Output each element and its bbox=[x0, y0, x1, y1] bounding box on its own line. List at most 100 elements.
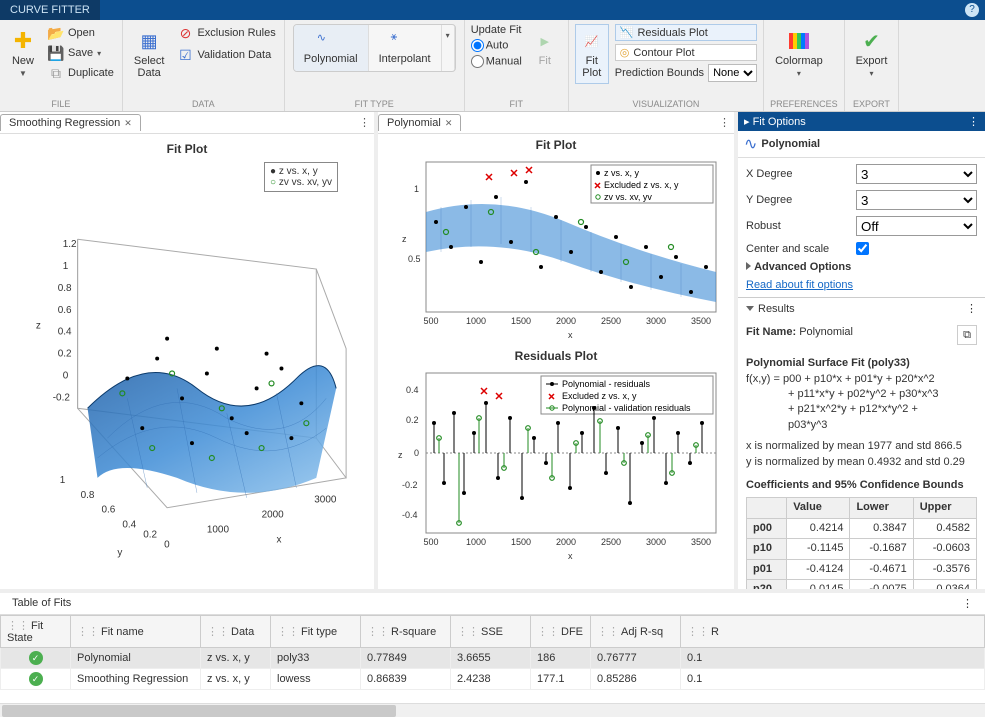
svg-text:0: 0 bbox=[414, 448, 419, 458]
open-button[interactable]: 📂 Open bbox=[46, 24, 116, 42]
y-degree-select[interactable]: 3 bbox=[856, 190, 977, 210]
robust-select[interactable]: Off bbox=[856, 216, 977, 236]
results-header[interactable]: Results ⋮ bbox=[738, 297, 985, 319]
export-button[interactable]: ✔ Export ▾ bbox=[851, 24, 893, 83]
chevron-down-icon: ▼ bbox=[19, 69, 27, 78]
validation-icon: ☑ bbox=[177, 47, 193, 63]
svg-text:-0.2: -0.2 bbox=[402, 480, 418, 490]
help-icon[interactable]: ? bbox=[965, 3, 979, 17]
fit-plot-3d[interactable]: 1.2 1 0.8 0.6 0.4 0.2 0 -0.2 1 0.8 0.6 0… bbox=[8, 156, 366, 581]
svg-text:1: 1 bbox=[60, 475, 66, 486]
section-fit: Update Fit Auto Manual ▶ Fit FIT bbox=[465, 20, 569, 111]
fit-button[interactable]: ▶ Fit bbox=[528, 24, 562, 72]
fit-type-interpolant[interactable]: ⚹ Interpolant bbox=[369, 25, 442, 71]
play-icon: ▶ bbox=[533, 29, 557, 53]
section-export: ✔ Export ▾ EXPORT bbox=[845, 20, 900, 111]
table-row[interactable]: ✓ Smoothing Regressionz vs. x, ylowess 0… bbox=[1, 669, 985, 690]
pane-polynomial: Polynomial✕ ⋮ Fit Plot bbox=[378, 112, 738, 589]
svg-text:Polynomial - validation residu: Polynomial - validation residuals bbox=[562, 403, 691, 413]
svg-text:0.8: 0.8 bbox=[81, 490, 95, 501]
center-scale-label: Center and scale bbox=[746, 243, 856, 255]
legend: ● z vs. x, y ○ zv vs. xv, yv bbox=[264, 162, 338, 192]
fit-plot-button[interactable]: 📈 Fit Plot bbox=[575, 24, 609, 84]
interpolant-icon: ⚹ bbox=[391, 31, 419, 53]
x-degree-select[interactable]: 3 bbox=[856, 164, 977, 184]
svg-text:1500: 1500 bbox=[511, 537, 531, 547]
panel-menu-icon[interactable]: ⋮ bbox=[966, 302, 977, 315]
svg-text:2500: 2500 bbox=[601, 537, 621, 547]
tab-menu-icon[interactable]: ⋮ bbox=[359, 116, 370, 129]
close-icon[interactable]: ✕ bbox=[445, 118, 453, 129]
svg-text:z: z bbox=[402, 234, 407, 244]
center-scale-checkbox[interactable] bbox=[856, 242, 869, 255]
tab-polynomial[interactable]: Polynomial✕ bbox=[378, 114, 461, 131]
fit-type-polynomial[interactable]: ∿ Polynomial bbox=[294, 25, 369, 71]
svg-text:0.2: 0.2 bbox=[58, 349, 72, 360]
fit-plot-icon: 📈 bbox=[580, 29, 604, 53]
svg-text:0.4: 0.4 bbox=[122, 520, 136, 531]
tab-menu-icon[interactable]: ⋮ bbox=[719, 116, 730, 129]
tab-smoothing-regression[interactable]: Smoothing Regression✕ bbox=[0, 114, 141, 131]
check-icon: ✔ bbox=[859, 29, 883, 53]
section-label: DATA bbox=[129, 97, 278, 111]
chevron-down-icon: ▾ bbox=[869, 69, 873, 78]
prediction-bounds-label: Prediction Bounds bbox=[615, 67, 704, 79]
svg-text:x: x bbox=[568, 330, 573, 340]
fit-type-name: Polynomial bbox=[761, 138, 820, 150]
plot-title: Fit Plot bbox=[8, 142, 366, 156]
svg-text:1000: 1000 bbox=[466, 316, 486, 326]
residuals-plot-button[interactable]: 📉 Residuals Plot bbox=[615, 24, 757, 41]
svg-text:2000: 2000 bbox=[556, 316, 576, 326]
close-icon[interactable]: ✕ bbox=[124, 118, 132, 129]
auto-radio[interactable]: Auto bbox=[471, 39, 522, 52]
section-label: FILE bbox=[6, 97, 116, 111]
polynomial-icon: ∿ bbox=[744, 134, 757, 154]
svg-text:1: 1 bbox=[414, 184, 419, 194]
update-fit-label: Update Fit bbox=[471, 24, 522, 36]
svg-text:z vs. x, y: z vs. x, y bbox=[604, 168, 640, 178]
copy-button[interactable]: ⧉ bbox=[957, 325, 977, 345]
pane-fit-options: ▸ Fit Options ⋮ ∿ Polynomial X Degree3 Y… bbox=[738, 112, 985, 589]
contour-icon: ◎ bbox=[620, 46, 630, 59]
duplicate-button[interactable]: ⧉ Duplicate bbox=[46, 64, 116, 82]
table-of-fits-title: Table of Fits bbox=[12, 597, 71, 610]
prediction-bounds-select[interactable]: None bbox=[708, 64, 757, 82]
contour-plot-button[interactable]: ◎ Contour Plot bbox=[615, 44, 757, 61]
fit-type-more[interactable]: ▾ bbox=[442, 25, 455, 71]
table-row[interactable]: ✓ Polynomialz vs. x, ypoly33 0.778493.66… bbox=[1, 648, 985, 669]
new-button[interactable]: ✚ New ▼ bbox=[6, 24, 40, 83]
read-about-fit-options-link[interactable]: Read about fit options bbox=[746, 279, 977, 291]
duplicate-icon: ⧉ bbox=[48, 65, 64, 81]
select-data-button[interactable]: ▦ Select Data bbox=[129, 24, 170, 84]
table-row: p000.42140.38470.4582 bbox=[747, 518, 977, 538]
advanced-options-toggle[interactable]: Advanced Options bbox=[746, 261, 977, 273]
svg-text:Excluded z vs. x, y: Excluded z vs. x, y bbox=[562, 391, 637, 401]
section-visualization: 📈 Fit Plot 📉 Residuals Plot ◎ Contour Pl… bbox=[569, 20, 764, 111]
table-of-fits: Table of Fits ⋮ ⋮⋮Fit State ⋮⋮Fit name ⋮… bbox=[0, 589, 985, 717]
table-row: p10-0.1145-0.1687-0.0603 bbox=[747, 539, 977, 559]
svg-text:0: 0 bbox=[63, 370, 69, 381]
svg-text:Excluded z vs. x, y: Excluded z vs. x, y bbox=[604, 180, 679, 190]
exclusion-rules-button[interactable]: ⊘ Exclusion Rules bbox=[175, 24, 277, 42]
table-icon: ▦ bbox=[137, 29, 161, 53]
save-button[interactable]: 💾 Save ▾ bbox=[46, 44, 116, 62]
svg-text:z: z bbox=[36, 321, 41, 332]
svg-text:2000: 2000 bbox=[262, 510, 285, 521]
fit-plot-2d[interactable]: z vs. x, y Excluded z vs. x, y zv vs. xv… bbox=[382, 152, 730, 342]
panel-menu-icon[interactable]: ⋮ bbox=[962, 597, 973, 610]
residuals-plot[interactable]: Polynomial - residuals Excluded z vs. x,… bbox=[382, 363, 730, 563]
horizontal-scrollbar[interactable] bbox=[0, 703, 985, 717]
svg-text:1000: 1000 bbox=[207, 525, 230, 536]
plot-title: Fit Plot bbox=[382, 138, 730, 152]
panel-menu-icon[interactable]: ⋮ bbox=[968, 115, 979, 128]
svg-text:1.2: 1.2 bbox=[63, 239, 77, 250]
colormap-button[interactable]: Colormap ▾ bbox=[770, 24, 828, 83]
svg-text:1500: 1500 bbox=[511, 316, 531, 326]
svg-text:3000: 3000 bbox=[646, 316, 666, 326]
validation-data-button[interactable]: ☑ Validation Data bbox=[175, 46, 277, 64]
exclusion-icon: ⊘ bbox=[177, 25, 193, 41]
svg-text:0.2: 0.2 bbox=[406, 415, 419, 425]
app-tab[interactable]: CURVE FITTER bbox=[0, 0, 100, 20]
manual-radio[interactable]: Manual bbox=[471, 55, 522, 68]
status-ok-icon: ✓ bbox=[29, 651, 43, 665]
